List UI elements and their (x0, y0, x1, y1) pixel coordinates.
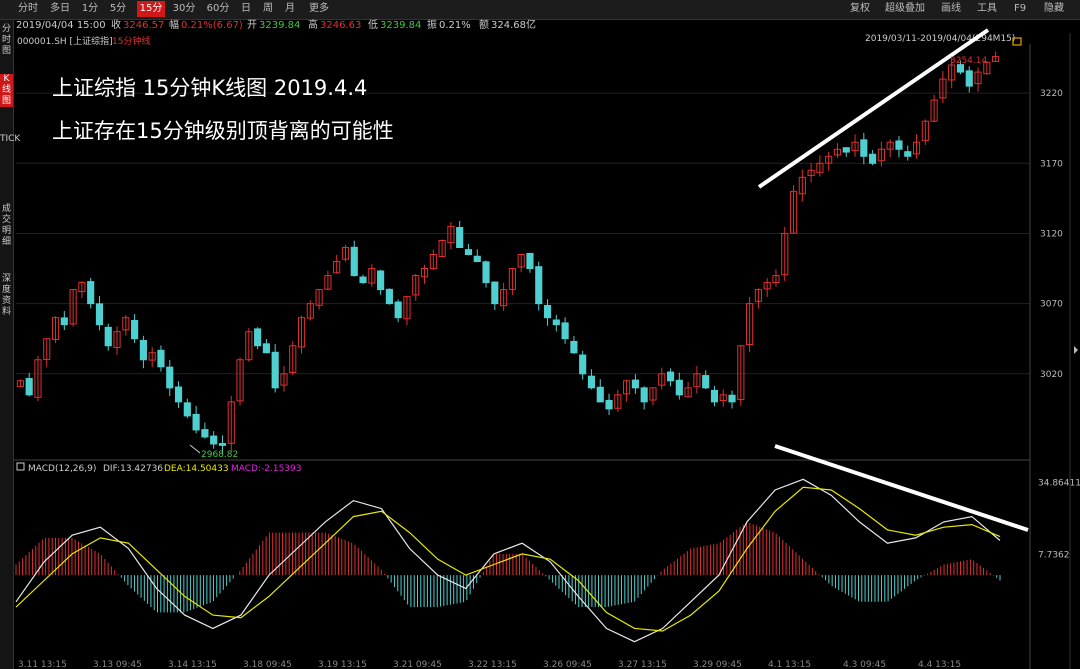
candle-body (201, 429, 209, 438)
low-pointer (189, 444, 201, 454)
time-axis-label: 3.26 09:45 (543, 660, 592, 669)
candle-body (183, 402, 191, 417)
time-axis-label: 3.13 09:45 (93, 660, 142, 669)
candle-body (174, 386, 183, 403)
candle-body (456, 227, 464, 248)
candle-body (482, 261, 490, 284)
price-tick-label: 3120 (1040, 229, 1063, 239)
time-axis-label: 3.19 13:15 (318, 660, 367, 669)
candle-body (728, 394, 736, 403)
candle-body (254, 328, 262, 347)
time-axis-label: 4.4 13:15 (918, 660, 961, 669)
candle-body (473, 255, 481, 263)
candle-body (535, 266, 543, 305)
candle-body (570, 340, 578, 354)
candle-body (526, 252, 534, 270)
macd-tick-label: 7.7362 (1038, 551, 1070, 561)
macd-value: MACD:-2.15393 (231, 464, 301, 474)
candle-body (631, 379, 639, 389)
candle-body (262, 343, 270, 354)
time-axis-label: 3.22 13:15 (468, 660, 517, 669)
candle-body (87, 281, 95, 305)
overlay-title-line1: 上证综指 15分钟K线图 2019.4.4 (52, 76, 368, 100)
candle-body (491, 281, 499, 305)
candle-body (543, 304, 552, 319)
candle-body (702, 375, 710, 389)
price-tick-label: 3070 (1040, 300, 1063, 310)
candle-body (710, 389, 719, 403)
time-axis-label: 4.3 09:45 (843, 660, 886, 669)
time-axis-label: 3.21 09:45 (393, 660, 442, 669)
macd-tick-label: 34.86411 (1038, 478, 1080, 488)
macd-dif: DIF:13.42736 (103, 464, 163, 474)
candle-body (131, 319, 139, 340)
candle-body (192, 413, 200, 431)
time-axis-label: 3.29 09:45 (693, 660, 742, 669)
price-tick-label: 3170 (1040, 159, 1063, 169)
candle-body (842, 147, 850, 153)
candle-body (605, 399, 613, 410)
candle-body (218, 443, 227, 446)
candle-body (359, 276, 367, 284)
candle-body (904, 151, 912, 157)
candle-body (25, 377, 33, 396)
price-tick-label: 3020 (1040, 370, 1063, 380)
candle-body (860, 139, 868, 157)
candle-body (552, 319, 560, 326)
high-label: 3254.14 (950, 56, 987, 66)
candle-body (271, 351, 279, 389)
lock-icon[interactable] (1012, 37, 1022, 46)
candle-body (60, 317, 68, 326)
candle-body (385, 288, 393, 305)
candle-body (561, 322, 569, 340)
candle-body (210, 435, 218, 445)
candle-body (157, 349, 165, 368)
candle-body (666, 371, 675, 382)
candle-body (579, 354, 587, 375)
low-label: 2968.82 (201, 450, 238, 460)
time-axis-label: 3.27 13:15 (618, 660, 667, 669)
candle-body (139, 339, 147, 361)
time-axis-label: 3.18 09:45 (243, 660, 292, 669)
candle-body (965, 70, 973, 87)
candle-body (587, 375, 596, 389)
candle-body (675, 379, 683, 396)
candle-body (895, 140, 903, 150)
candle-body (394, 301, 402, 319)
expand-arrow-icon[interactable] (1074, 346, 1078, 354)
price-tick-label: 3220 (1040, 89, 1063, 99)
candle-body (350, 246, 358, 277)
macd-name: MACD(12,26,9) (28, 464, 96, 474)
time-axis-label: 4.1 13:15 (768, 660, 811, 669)
candle-body (640, 387, 648, 403)
candle-body (166, 366, 174, 389)
time-axis-label: 3.11 13:15 (18, 660, 67, 669)
time-axis-label: 3.14 13:15 (168, 660, 217, 669)
macd-dea: DEA:14.50433 (164, 464, 229, 474)
candle-body (464, 249, 473, 256)
candle-body (377, 270, 385, 291)
indicator-settings-icon[interactable] (16, 462, 25, 471)
candle-body (104, 326, 112, 347)
candle-body (95, 303, 104, 326)
overlay-title-line2: 上证存在15分钟级别顶背离的可能性 (52, 119, 394, 143)
candle-body (869, 153, 877, 164)
candle-body (596, 386, 604, 403)
